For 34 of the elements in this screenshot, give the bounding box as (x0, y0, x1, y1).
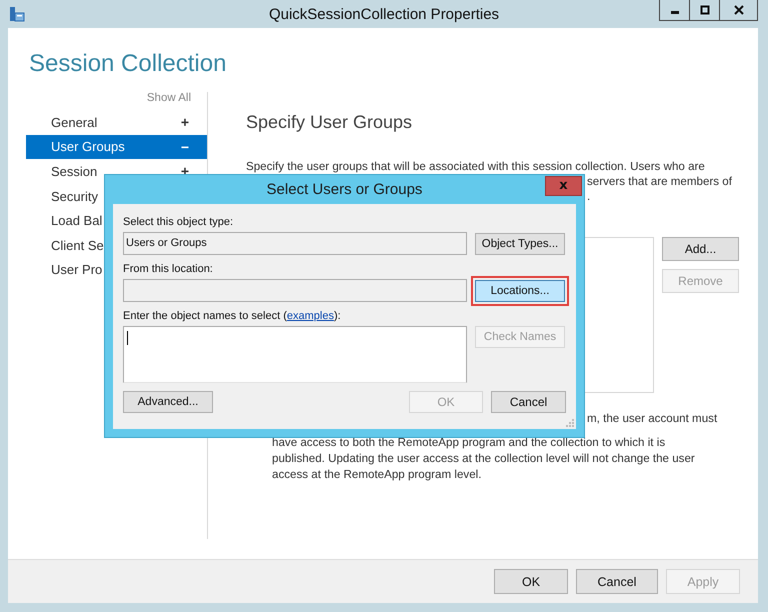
maximize-icon (700, 5, 710, 15)
dialog-button[interactable]: Cancel (491, 391, 566, 413)
object-names-field[interactable] (123, 326, 467, 383)
field-label: From this location: (123, 263, 214, 277)
examples-link[interactable]: examples (286, 310, 334, 322)
page-heading: Session Collection (28, 49, 226, 78)
dialog-button[interactable]: Cancel (576, 569, 658, 594)
show-all-link[interactable]: Show All (146, 92, 191, 110)
field-label: Enter the object names to select (examples): (123, 310, 342, 324)
locations-button[interactable]: Locations... (475, 280, 565, 302)
field-label: Select this object type: (123, 216, 234, 230)
resize-grip-icon (566, 419, 574, 427)
dialog-button[interactable]: OK (494, 569, 568, 594)
note-text: m, the user account must (587, 412, 718, 425)
note-text: access at the RemoteApp program level. (272, 467, 482, 483)
sidebar-item[interactable]: User Groups − (26, 134, 207, 160)
note-text: have access to both the RemoteApp program and the collection to which it is (272, 435, 666, 451)
note-text: published. Updating the user access at the collection level will not change the user (272, 451, 695, 467)
close-button[interactable]: x (545, 176, 582, 196)
description-text: servers that are members of (587, 175, 732, 188)
section-title: Specify User Groups (246, 112, 412, 133)
dialog-title: Select Users or Groups (266, 181, 422, 198)
advanced-button[interactable]: Advanced... (123, 391, 213, 413)
window-title: QuickSessionCollection Properties (268, 6, 500, 23)
description-text: . (587, 190, 590, 203)
minimize-button[interactable] (659, 0, 690, 21)
close-button[interactable] (719, 0, 758, 21)
close-icon (734, 5, 744, 15)
description-text: Specify the user groups that will be associated with this session collection. Users who are (246, 160, 705, 173)
sidebar-item[interactable]: General + (26, 110, 207, 135)
list-button[interactable]: Add... (662, 237, 739, 261)
object-types-button[interactable]: Object Types... (475, 232, 565, 254)
server-window-icon (9, 6, 25, 22)
object-type-field: Users or Groups (123, 232, 467, 255)
